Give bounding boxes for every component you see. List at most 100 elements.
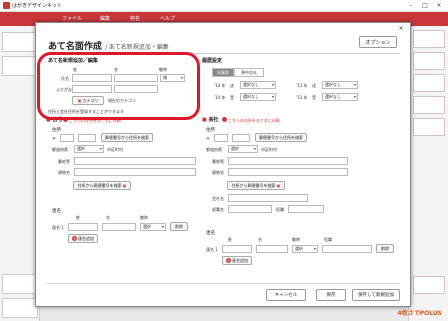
radio-icon [222, 117, 227, 122]
app-title: はがきデザインキット [12, 3, 63, 9]
joint-delete-button[interactable]: 削除 [170, 222, 188, 231]
company-banchi-input[interactable] [228, 157, 348, 165]
company-joint-title-label: 役職 [324, 237, 332, 242]
company-joint-keisho-select[interactable]: 選択 ▾ [292, 245, 318, 253]
company-joint-sei-input[interactable] [222, 245, 252, 253]
app-titlebar: はがきデザインキット – □ × [0, 0, 448, 12]
year-row-1-value: 選択なし [243, 82, 259, 87]
postal-code-1[interactable] [60, 134, 74, 142]
year-row-3-value: 選択なし [325, 82, 341, 87]
company-postal-2[interactable] [232, 134, 250, 142]
postal-code-2[interactable] [78, 134, 96, 142]
postal-search-button[interactable]: 郵便番号から住所を検索 [101, 133, 153, 142]
menu-help[interactable]: ヘルプ [160, 15, 175, 22]
joint-keisho-select[interactable]: 選択 ▾ [140, 223, 166, 231]
title-label: 役職 [276, 207, 284, 212]
joint-row-label: 連名 1 [52, 225, 64, 230]
menu-file[interactable]: ファイル [62, 15, 82, 22]
year-row-4-select[interactable]: 選択なし ▾ [322, 93, 358, 101]
company-building-input[interactable] [228, 168, 348, 176]
company-city-label: 市区町村 [261, 147, 277, 152]
plus-icon: + [226, 258, 231, 263]
joint-keisho-value: 選択 [143, 224, 151, 229]
joint-mei-input[interactable] [102, 223, 136, 231]
dialog-title-text: あて名面作成 [48, 42, 102, 52]
thumbnail[interactable] [413, 96, 445, 114]
dialog-close-button[interactable]: × [396, 25, 406, 32]
minimize-button[interactable]: – [404, 1, 418, 10]
year-row-4: '13 年 [296, 95, 308, 100]
sidebar-item[interactable] [2, 56, 38, 76]
year-row-2-label: 受 [230, 95, 234, 100]
joint-mei-label: 名 [106, 215, 110, 220]
company-joint-row-label: 連名 1 [206, 247, 218, 252]
company-banchi-label: 番地等 [212, 159, 224, 164]
addr-to-postal-label: 住所から郵便番号を検索 [77, 182, 122, 188]
joint-sei-input[interactable] [68, 223, 98, 231]
company-addr-to-postal-button[interactable]: 住所から郵便番号を検索 ▣ [227, 181, 285, 190]
company-postal-1[interactable] [214, 134, 228, 142]
company-joint-mei-input[interactable] [256, 245, 288, 253]
dept-label: 部署名 [212, 207, 224, 212]
company-pref-select[interactable]: 選択 ▾ [228, 145, 258, 153]
company-postal-search-button[interactable]: 郵便番号から住所を検索 [255, 133, 307, 142]
sidebar-item[interactable] [2, 274, 38, 294]
save-new-button[interactable]: 保存して新規追加 [352, 289, 400, 301]
year-row-2-value: 選択なし [243, 94, 259, 99]
company-joint-title-input[interactable] [322, 245, 372, 253]
year-row-2-select[interactable]: 選択なし ▾ [240, 93, 276, 101]
year-row-1-select[interactable]: 選択なし ▾ [240, 81, 276, 89]
save-button[interactable]: 保存 [316, 289, 346, 301]
company-joint-mei-label: 名 [258, 237, 262, 242]
thumbnail[interactable] [413, 276, 445, 294]
thumbnail[interactable] [413, 52, 445, 70]
company-address-label: 住所 [206, 128, 215, 133]
company-print-link-text: こちらの住所をあて名に印刷 [228, 118, 280, 123]
chevron-down-icon: ▾ [161, 224, 164, 229]
add-joint-button[interactable]: + 連名追加 [68, 234, 98, 243]
addr-to-postal-button[interactable]: 住所から郵便番号を検索 ▣ [73, 181, 131, 190]
company-icon: ■ [202, 117, 207, 123]
thumbnail[interactable] [413, 118, 445, 136]
company-joint-keisho-value: 選択 [295, 246, 303, 251]
chevron-down-icon: ▾ [313, 246, 316, 251]
company-joint-delete-button[interactable]: 削除 [376, 244, 394, 253]
add-joint-label: 連名追加 [78, 235, 94, 241]
company-label: ■ 会社 [202, 116, 219, 123]
postal-mark: 〒 [206, 136, 210, 141]
window-controls: – □ × [404, 1, 446, 10]
company-joint-label: 連名 [206, 231, 215, 236]
thumbnail[interactable] [413, 30, 445, 48]
pref-select[interactable]: 選択 ▾ [74, 145, 104, 153]
sidebar-item[interactable] [2, 32, 38, 52]
thumbnail[interactable] [413, 74, 445, 92]
title-input[interactable] [288, 205, 324, 213]
menu-address[interactable]: 宛名 [130, 15, 140, 22]
company-add-joint-button[interactable]: + 連名追加 [222, 256, 252, 265]
company-pref-value: 選択 [231, 146, 239, 151]
company-name-input[interactable] [228, 194, 308, 202]
dept-input[interactable] [228, 205, 272, 213]
close-button[interactable]: × [432, 1, 446, 10]
sidebar-item[interactable] [2, 298, 38, 318]
year-row-4-value: 選択なし [325, 94, 341, 99]
company-label-text: 会社 [208, 117, 219, 123]
chevron-down-icon: ▾ [253, 146, 256, 151]
company-joint-keisho-label: 敬称 [292, 237, 300, 242]
year-row-3-select[interactable]: 選択なし ▾ [322, 81, 358, 89]
pref-label: 都道府県 [52, 147, 68, 152]
app-sidebar [0, 26, 40, 321]
cancel-button[interactable]: キャンセル [266, 289, 306, 301]
external-icon: ▣ [122, 183, 127, 188]
dialog-title: あて名面作成 / あて名新規追加・編集 [48, 39, 169, 52]
option-button[interactable]: オプション [359, 36, 397, 48]
tab-mourning[interactable]: 喪中欠礼 [234, 68, 264, 77]
company-print-link[interactable]: こちらの住所をあて名に印刷 [222, 117, 280, 124]
promo-text: 4枚さでPOLUS [397, 310, 442, 317]
banchi-input[interactable] [74, 157, 196, 165]
year-row-1: '14 年 [214, 83, 226, 88]
maximize-button[interactable]: □ [418, 1, 432, 10]
building-input[interactable] [74, 168, 196, 176]
tab-nenga[interactable]: 年賀状 [212, 68, 234, 77]
menu-edit[interactable]: 編集 [100, 15, 110, 22]
